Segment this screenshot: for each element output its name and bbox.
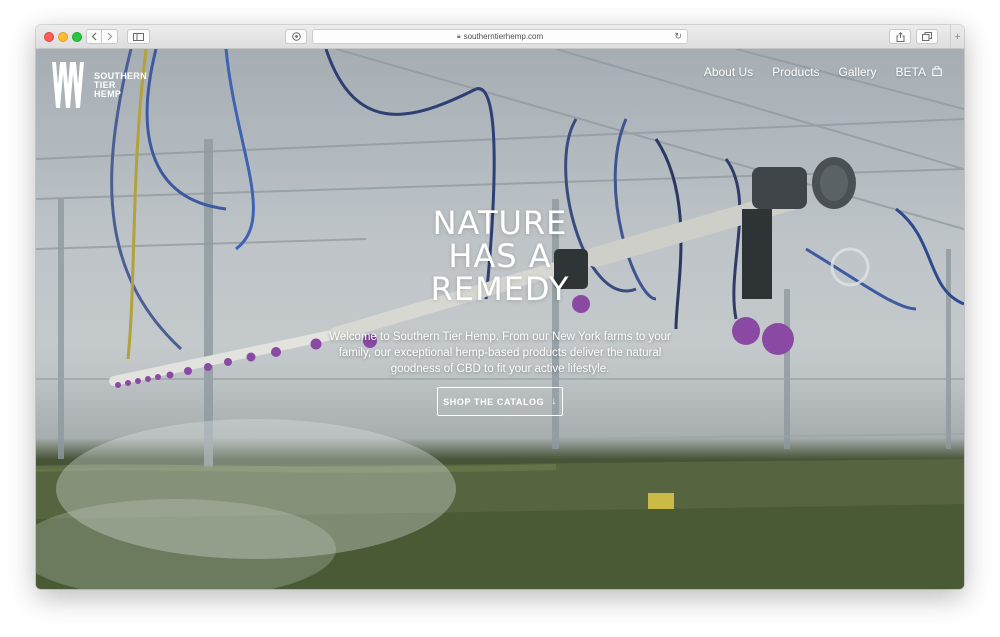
- plus-icon: +: [954, 31, 961, 43]
- nav-about-us[interactable]: About Us: [704, 65, 753, 79]
- main-nav: About Us Products Gallery BETA: [685, 65, 942, 79]
- hero-intro-text: Welcome to Southern Tier Hemp. From our …: [329, 331, 671, 375]
- shop-catalog-button[interactable]: SHOP THE CATALOG ↓: [437, 387, 563, 416]
- lock-icon: 🔒︎: [456, 32, 461, 40]
- tabs-icon: [922, 32, 932, 41]
- forward-button[interactable]: [102, 29, 118, 44]
- arrow-down-icon: ↓: [551, 396, 557, 407]
- minimize-window-button[interactable]: [58, 32, 68, 42]
- bag-icon[interactable]: [932, 66, 942, 76]
- reload-icon[interactable]: ↻: [674, 31, 682, 42]
- logo-line: HEMP: [94, 88, 122, 99]
- new-tab-button[interactable]: +: [950, 25, 964, 49]
- sidebar-button[interactable]: [127, 29, 150, 44]
- logo-mark-icon: [52, 62, 84, 108]
- back-button[interactable]: [86, 29, 102, 44]
- brand-logo[interactable]: SOUTHERN TIER HEMP: [52, 62, 164, 108]
- logo-wordmark: SOUTHERN TIER HEMP: [94, 71, 164, 99]
- browser-toolbar: 🔒︎ southerntierhemp.com ↻ +: [36, 25, 964, 49]
- tabs-overview-button[interactable]: [916, 29, 938, 44]
- nav-products[interactable]: Products: [772, 65, 819, 79]
- greenhouse-background-image: [36, 49, 964, 589]
- headline-line: HAS A: [448, 237, 552, 275]
- reader-button[interactable]: [285, 29, 307, 44]
- hero-section: SOUTHERN TIER HEMP About Us Products Gal…: [36, 49, 964, 589]
- url-text: southerntierhemp.com: [463, 32, 544, 41]
- shop-catalog-label: SHOP THE CATALOG: [443, 396, 545, 407]
- chevron-left-icon: [91, 32, 97, 41]
- headline-line: REMEDY: [430, 270, 570, 308]
- share-icon: [896, 31, 904, 42]
- browser-window: 🔒︎ southerntierhemp.com ↻ + SOUTHERN TIE…: [36, 25, 964, 589]
- address-bar[interactable]: 🔒︎ southerntierhemp.com ↻: [312, 29, 688, 44]
- share-button[interactable]: [889, 29, 911, 44]
- close-window-button[interactable]: [44, 32, 54, 42]
- headline-line: NATURE: [432, 204, 568, 242]
- nav-beta[interactable]: BETA: [896, 65, 926, 79]
- history-nav: [86, 29, 119, 44]
- sidebar-icon: [133, 32, 144, 41]
- reader-icon: [291, 32, 301, 41]
- zoom-window-button[interactable]: [72, 32, 82, 42]
- chevron-right-icon: [107, 32, 112, 41]
- hero-headline: NATURE HAS A REMEDY: [322, 207, 678, 306]
- nav-gallery[interactable]: Gallery: [839, 65, 877, 79]
